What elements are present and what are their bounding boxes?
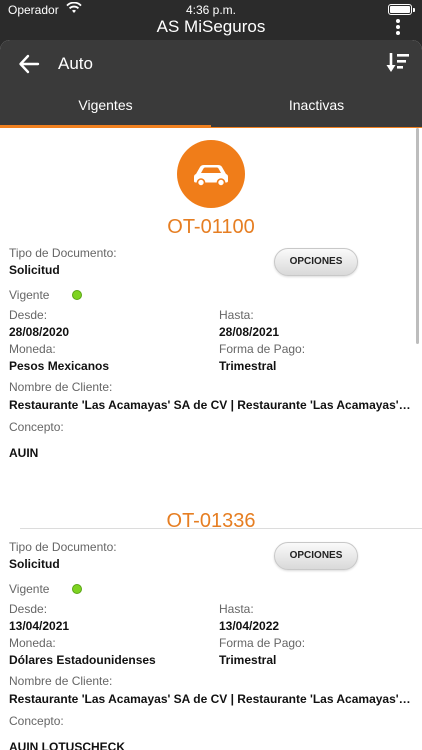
status-dot <box>72 290 82 300</box>
car-avatar <box>177 140 245 208</box>
car-icon <box>194 165 228 187</box>
vigente-label: Vigente <box>9 582 50 596</box>
policy-number: OT-01336 <box>166 510 256 532</box>
policies-sheet: Auto Vigentes Inactivas OT-01100 Tipo de <box>0 40 422 750</box>
clock: 4:36 p.m. <box>185 3 237 17</box>
hasta-label: Hasta: <box>219 602 254 616</box>
desde-label: Desde: <box>9 602 48 616</box>
sort-icon[interactable] <box>386 51 410 75</box>
doc-type-label: Tipo de Documento: <box>9 540 117 554</box>
vigente-label: Vigente <box>9 288 50 302</box>
page-title: Auto <box>58 54 93 73</box>
concepto-label: Concepto: <box>9 714 64 728</box>
forma-pago-value: Trimestral <box>219 359 277 373</box>
moneda-label: Moneda: <box>9 342 56 356</box>
policy-number: OT-01100 <box>167 216 255 238</box>
forma-pago-label: Forma de Pago: <box>219 636 306 650</box>
moneda-label: Moneda: <box>9 636 56 650</box>
concepto-value: AUIN LOTUSCHECK <box>9 740 125 750</box>
hasta-label: Hasta: <box>219 308 254 322</box>
opciones-button[interactable]: OPCIONES <box>274 248 358 276</box>
moneda-value: Pesos Mexicanos <box>9 359 110 373</box>
desde-value: 13/04/2021 <box>9 619 70 633</box>
nav-bar: Auto Vigentes Inactivas <box>0 40 422 128</box>
concepto-label: Concepto: <box>9 420 64 434</box>
app-title: AS MiSeguros <box>156 17 266 36</box>
opciones-button[interactable]: OPCIONES <box>274 542 358 570</box>
back-arrow-icon[interactable] <box>18 53 40 75</box>
cliente-value: Restaurante 'Las Acamayas' SA de CV | Re… <box>9 398 413 412</box>
cliente-value: Restaurante 'Las Acamayas' SA de CV | Re… <box>9 692 413 706</box>
more-options-icon[interactable] <box>388 17 408 39</box>
desde-value: 28/08/2020 <box>9 325 70 339</box>
policy-list[interactable]: OT-01100 Tipo de Documento: Solicitud OP… <box>0 128 422 750</box>
doc-type-value: Solicitud <box>9 263 60 277</box>
forma-pago-value: Trimestral <box>219 653 277 667</box>
hasta-value: 28/08/2021 <box>219 325 280 339</box>
doc-type-value: Solicitud <box>9 557 60 571</box>
cliente-label: Nombre de Cliente: <box>9 674 113 688</box>
forma-pago-label: Forma de Pago: <box>219 342 306 356</box>
battery-icon <box>388 4 415 15</box>
tab-vigentes[interactable]: Vigentes <box>0 90 211 128</box>
hasta-value: 13/04/2022 <box>219 619 280 633</box>
concepto-value: AUIN <box>9 446 39 460</box>
doc-type-label: Tipo de Documento: <box>9 246 117 260</box>
moneda-value: Dólares Estadounidenses <box>9 653 156 667</box>
tab-bar: Vigentes Inactivas <box>0 90 422 128</box>
status-dot <box>72 584 82 594</box>
desde-label: Desde: <box>9 308 48 322</box>
tab-inactivas[interactable]: Inactivas <box>211 90 422 128</box>
cliente-label: Nombre de Cliente: <box>9 380 113 394</box>
